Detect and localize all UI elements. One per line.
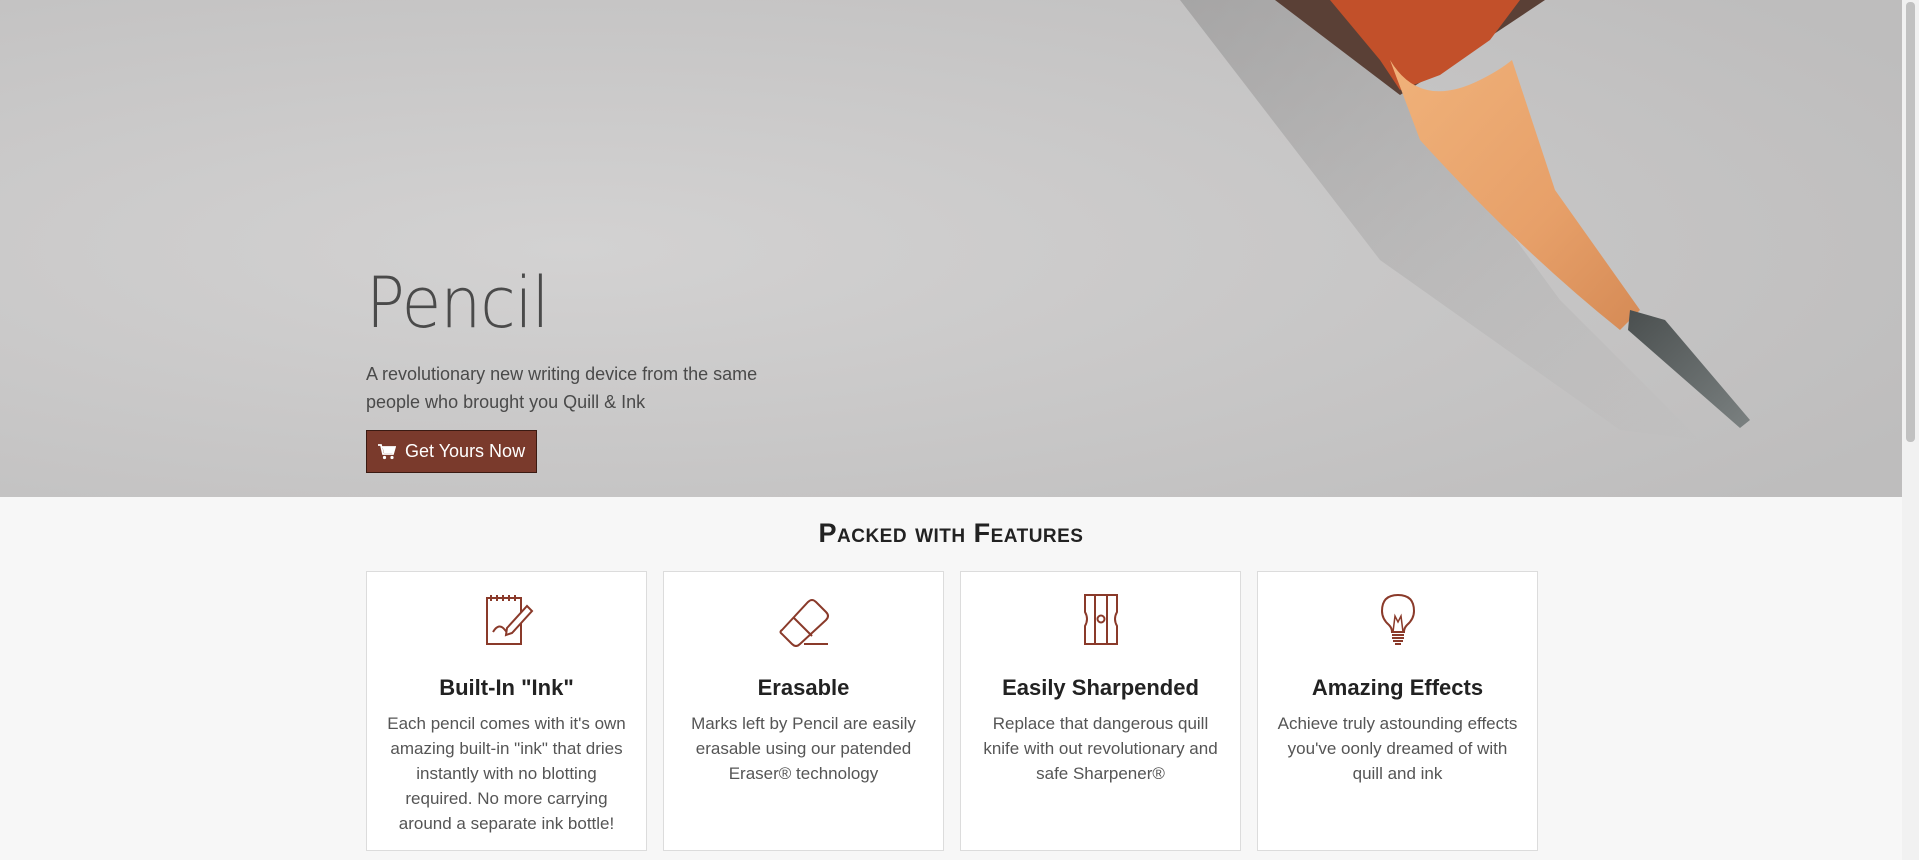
feature-card-erasable: Erasable Marks left by Pencil are easily…	[663, 571, 944, 851]
get-yours-now-button[interactable]: Get Yours Now	[366, 430, 538, 473]
get-yours-now-label: Get Yours Now	[405, 441, 526, 461]
feature-card-title: Amazing Effects	[1311, 675, 1484, 700]
feature-card-title: Built-In "Ink"	[439, 675, 574, 700]
feature-card-title: Easily Sharpended	[1002, 675, 1199, 700]
feature-card-effects: Amazing Effects Achieve truly astounding…	[1257, 571, 1538, 851]
cart-icon	[378, 443, 396, 459]
hero-content: Pencil A revolutionary new writing devic…	[366, 258, 786, 473]
sharpener-icon	[1083, 594, 1118, 645]
pencil-hero-image	[0, 0, 1902, 497]
features-heading: Packed with Features	[818, 518, 1084, 548]
feature-card-title: Erasable	[757, 675, 850, 700]
scrollbar-thumb[interactable]	[1906, 2, 1915, 442]
feature-card-text: Replace that dangerous quill knife with …	[983, 714, 1218, 783]
lightbulb-icon	[1380, 593, 1415, 645]
feature-card-text: Each pencil comes with it's own amazing …	[387, 714, 626, 833]
feature-card-text: Achieve truly astounding effects you've …	[1277, 714, 1518, 783]
hero-title: Pencil	[366, 262, 550, 344]
vertical-scrollbar[interactable]	[1902, 0, 1919, 860]
feature-card-sharpened: Easily Sharpended Replace that dangerous…	[960, 571, 1241, 851]
hero-tagline: A revolutionary new writing device from …	[366, 364, 758, 412]
feature-card-ink: Built-In "Ink" Each pencil comes with it…	[366, 571, 647, 851]
notepad-pencil-icon	[485, 595, 533, 645]
feature-card-text: Marks left by Pencil are easily erasable…	[691, 714, 916, 783]
hero-section: Pencil A revolutionary new writing devic…	[0, 0, 1902, 497]
eraser-icon	[779, 599, 829, 647]
feature-cards: Built-In "Ink" Each pencil comes with it…	[366, 571, 1538, 851]
